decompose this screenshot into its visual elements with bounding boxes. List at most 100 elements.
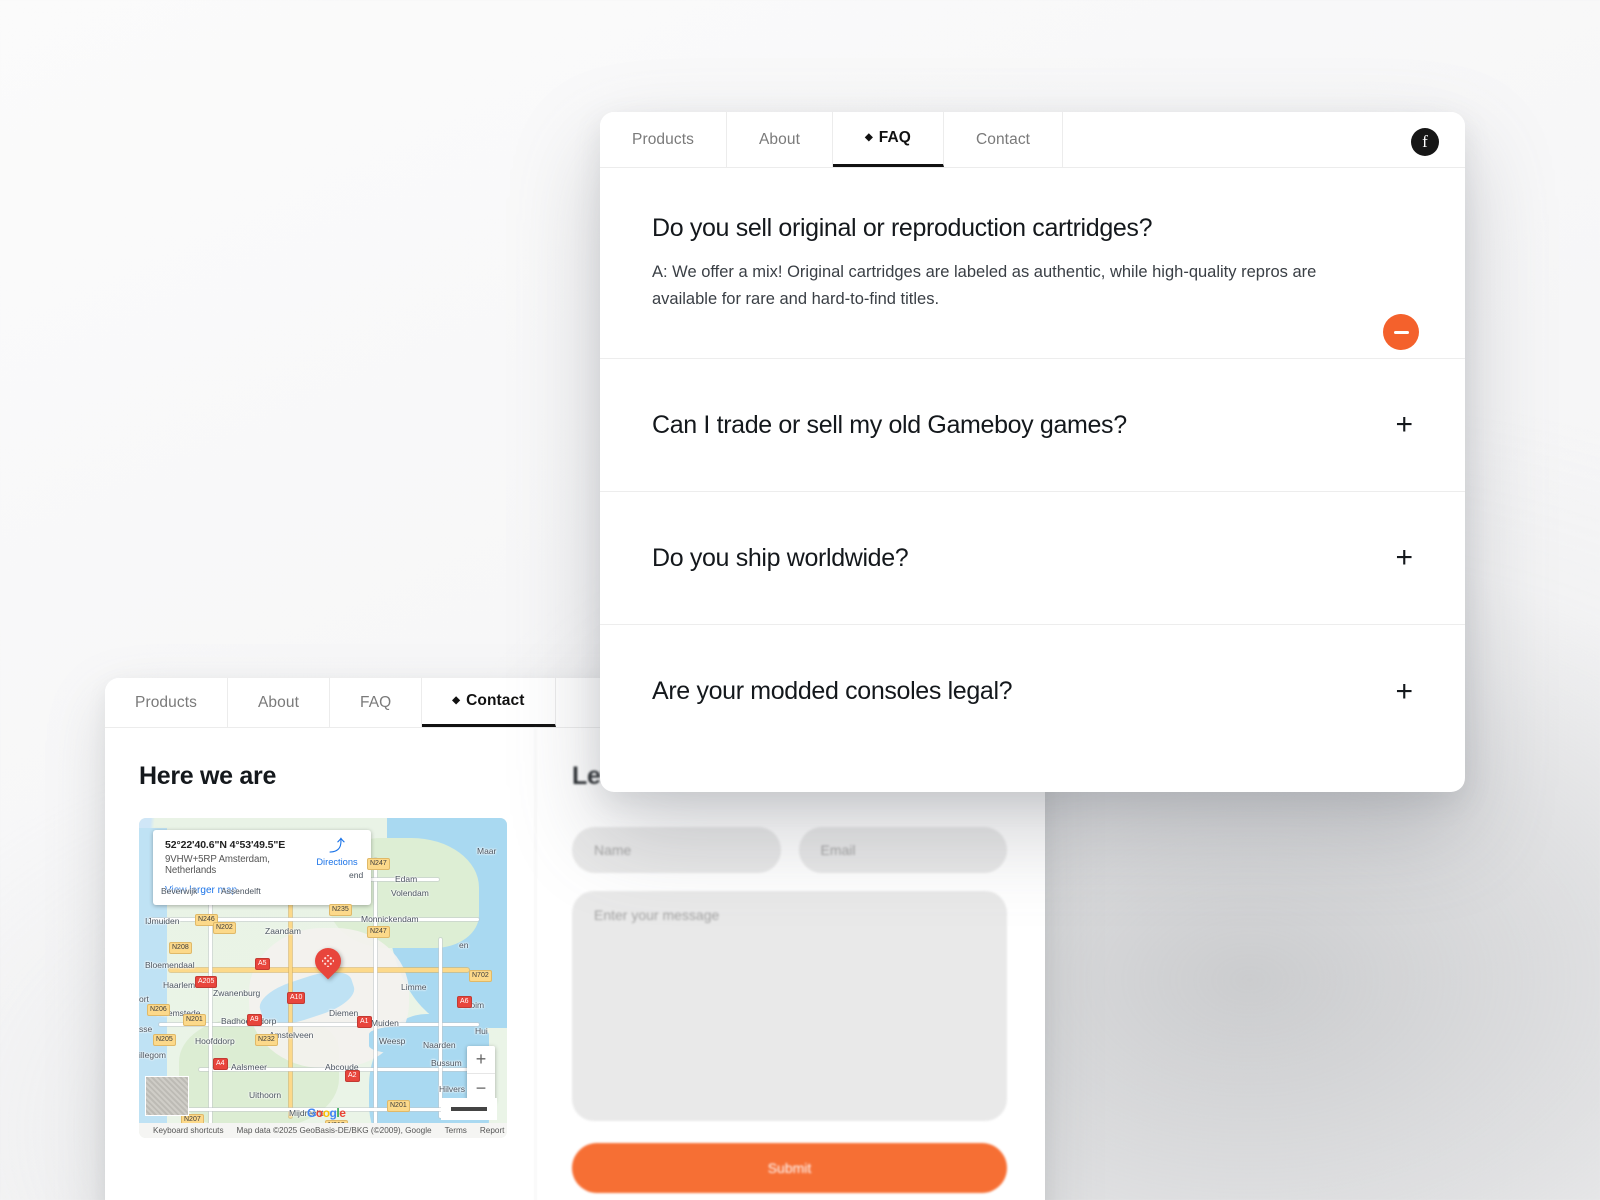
brand-logo-icon[interactable]: f xyxy=(1411,128,1439,156)
tab-about[interactable]: About xyxy=(228,678,330,727)
map-road-shield: A205 xyxy=(195,976,218,988)
faq-item[interactable]: Do you sell original or reproduction car… xyxy=(600,168,1465,360)
faq-list: Do you sell original or reproduction car… xyxy=(600,168,1465,758)
location-title: Here we are xyxy=(139,762,277,790)
map-road xyxy=(159,1023,479,1026)
tab-products[interactable]: Products xyxy=(105,678,228,727)
map-data-text: Map data ©2025 GeoBasis-DE/BKG (©2009), … xyxy=(236,1126,432,1135)
keyboard-shortcuts-link[interactable]: Keyboard shortcuts xyxy=(153,1126,224,1135)
map-road-shield: N206 xyxy=(147,1004,170,1016)
tab-label: Products xyxy=(135,693,197,711)
faq-expand-button[interactable]: + xyxy=(1395,410,1413,440)
map-road-shield: A10 xyxy=(287,992,306,1004)
faq-question: Can I trade or sell my old Gameboy games… xyxy=(652,410,1127,439)
message-textarea[interactable]: Enter your message xyxy=(572,891,1007,1121)
faq-expand-button[interactable]: + xyxy=(1395,676,1413,707)
map-place-label: Monnickendam xyxy=(361,914,419,924)
tab-label: FAQ xyxy=(359,693,392,711)
map-place-label: Assendelft xyxy=(221,886,261,896)
map-place-label: Hilvers xyxy=(439,1084,465,1094)
zoom-in-button[interactable]: + xyxy=(467,1046,495,1074)
map-road-shield: N205 xyxy=(153,1034,176,1046)
map-place-label: end xyxy=(349,870,364,880)
map-road xyxy=(209,898,212,1128)
submit-button[interactable]: Submit xyxy=(572,1143,1007,1193)
report-map-error-link[interactable]: Report a map error xyxy=(480,1126,507,1135)
map-road-shield: N247 xyxy=(367,926,390,938)
minus-icon xyxy=(1393,330,1409,334)
map-place-label: Volendam xyxy=(391,888,429,898)
map-place-label: Maar xyxy=(477,846,497,856)
map-road-shield: A6 xyxy=(457,996,472,1008)
tab-label: Contact xyxy=(466,692,525,709)
terms-link[interactable]: Terms xyxy=(445,1126,467,1135)
faq-collapse-button[interactable] xyxy=(1383,314,1419,350)
faq-item[interactable]: Can I trade or sell my old Gameboy games… xyxy=(600,359,1465,493)
tab-label: About xyxy=(758,130,800,148)
map-place-label: Diemen xyxy=(329,1008,359,1018)
brand-glyph: f xyxy=(1422,132,1428,151)
map-road xyxy=(374,858,377,1128)
map-place-label: Bloemendaal xyxy=(145,960,195,970)
tab-contact[interactable]: ◆ Contact xyxy=(422,678,556,727)
tab-label: FAQ xyxy=(878,129,911,146)
map-road-shield: N702 xyxy=(469,970,492,982)
email-input[interactable]: Email xyxy=(798,827,1007,873)
diamond-icon: ◆ xyxy=(452,695,461,706)
map-road-shield: N232 xyxy=(255,1034,278,1046)
map-road-shield: A5 xyxy=(255,958,270,970)
map-place-label: Muiden xyxy=(371,1018,399,1028)
name-email-row: Name Email xyxy=(572,827,1007,873)
map-place-label: Uithoorn xyxy=(249,1090,282,1100)
tab-products[interactable]: Products xyxy=(600,112,727,167)
tab-label: Products xyxy=(632,130,694,148)
map-road-shield: A4 xyxy=(213,1058,228,1070)
map-street-view-thumbnail[interactable] xyxy=(145,1076,189,1116)
google-logo: Google xyxy=(307,1106,346,1120)
faq-question: Do you sell original or reproduction car… xyxy=(652,214,1153,242)
name-input[interactable]: Name xyxy=(572,827,781,873)
tab-label: Contact xyxy=(975,130,1031,148)
map-place-label: Limme xyxy=(401,982,427,992)
faq-question: Do you ship worldwide? xyxy=(652,543,909,572)
map-place-label: Weesp xyxy=(379,1036,406,1046)
tab-label: About xyxy=(257,693,299,711)
map-place-label: en xyxy=(459,940,469,950)
map-place-label: Haarlem xyxy=(163,980,196,990)
map-scale-bar xyxy=(441,1098,497,1120)
map-road-shield: A2 xyxy=(345,1070,360,1082)
map-road-shield: A9 xyxy=(247,1014,262,1026)
map-directions-button[interactable]: ⤴ Directions xyxy=(314,838,360,868)
map-place-label: sse xyxy=(139,1024,153,1034)
map-place-label: illegom xyxy=(139,1050,166,1060)
location-panel: Here we are 52°22'40.6"N 4°53'49.5"E 9VH… xyxy=(105,728,535,1200)
map-place-label: Naarden xyxy=(423,1040,456,1050)
faq-tabbar: Products About ◆ FAQ Contact f xyxy=(600,112,1465,168)
directions-arrow-icon: ⤴ xyxy=(328,838,345,855)
map-place-label: IJmuiden xyxy=(145,916,180,926)
map-attribution: Keyboard shortcuts Map data ©2025 GeoBas… xyxy=(139,1123,507,1138)
map-road-shield: N202 xyxy=(213,922,236,934)
map-place-label: Aalsmeer xyxy=(231,1062,267,1072)
contact-body: Here we are 52°22'40.6"N 4°53'49.5"E 9VH… xyxy=(105,728,1045,1200)
map-address: 9VHW+5RP Amsterdam, Netherlands xyxy=(165,854,270,876)
tab-faq[interactable]: ◆ FAQ xyxy=(832,112,944,167)
map-zoom-controls[interactable]: + − xyxy=(467,1046,495,1102)
tab-contact[interactable]: Contact xyxy=(944,112,1064,167)
faq-item[interactable]: Are your modded consoles legal? + xyxy=(600,625,1465,758)
map-road-shield: N201 xyxy=(183,1014,206,1026)
map-place-label: Zaandam xyxy=(265,926,301,936)
faq-item[interactable]: Do you ship worldwide? + xyxy=(600,492,1465,626)
map-place-label: Bussum xyxy=(431,1058,462,1068)
map-place-label: ort xyxy=(139,994,149,1004)
tab-about[interactable]: About xyxy=(727,112,833,167)
faq-question: Are your modded consoles legal? xyxy=(652,677,1013,706)
diamond-icon: ◆ xyxy=(864,132,873,143)
google-map[interactable]: 52°22'40.6"N 4°53'49.5"E 9VHW+5RP Amster… xyxy=(139,818,507,1138)
faq-card: Products About ◆ FAQ Contact f Do you se… xyxy=(600,112,1465,792)
contact-form-panel: Let Name Email Enter your message Submit xyxy=(535,728,1045,1200)
map-place-label: Edam xyxy=(395,874,418,884)
tab-faq[interactable]: FAQ xyxy=(330,678,423,727)
directions-label: Directions xyxy=(316,857,358,867)
faq-expand-button[interactable]: + xyxy=(1395,543,1413,573)
